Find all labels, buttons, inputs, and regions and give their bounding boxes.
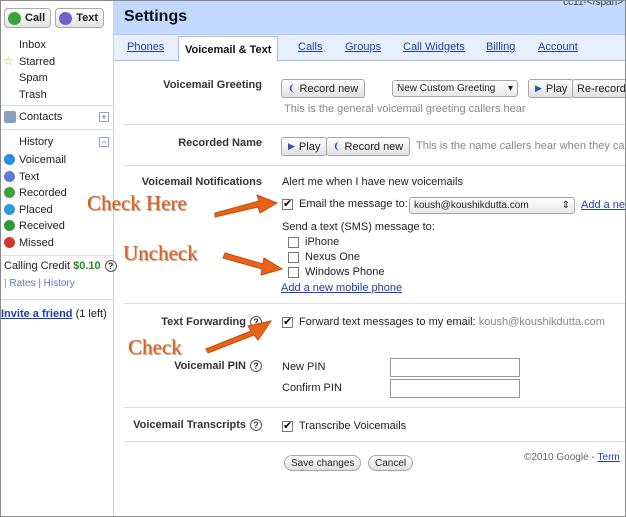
callout-uncheck: Uncheck: [123, 241, 198, 265]
callout-check: Check: [128, 335, 182, 359]
arrow-check: [205, 320, 273, 354]
arrow-check-here: [214, 194, 279, 218]
callout-check-here: Check Here: [87, 191, 187, 215]
annotation-arrows: [205, 194, 284, 354]
google-voice-window: Call Text Inbox ☆ Starred Spam Trash Cont…: [0, 0, 626, 517]
arrow-uncheck: [222, 252, 284, 276]
